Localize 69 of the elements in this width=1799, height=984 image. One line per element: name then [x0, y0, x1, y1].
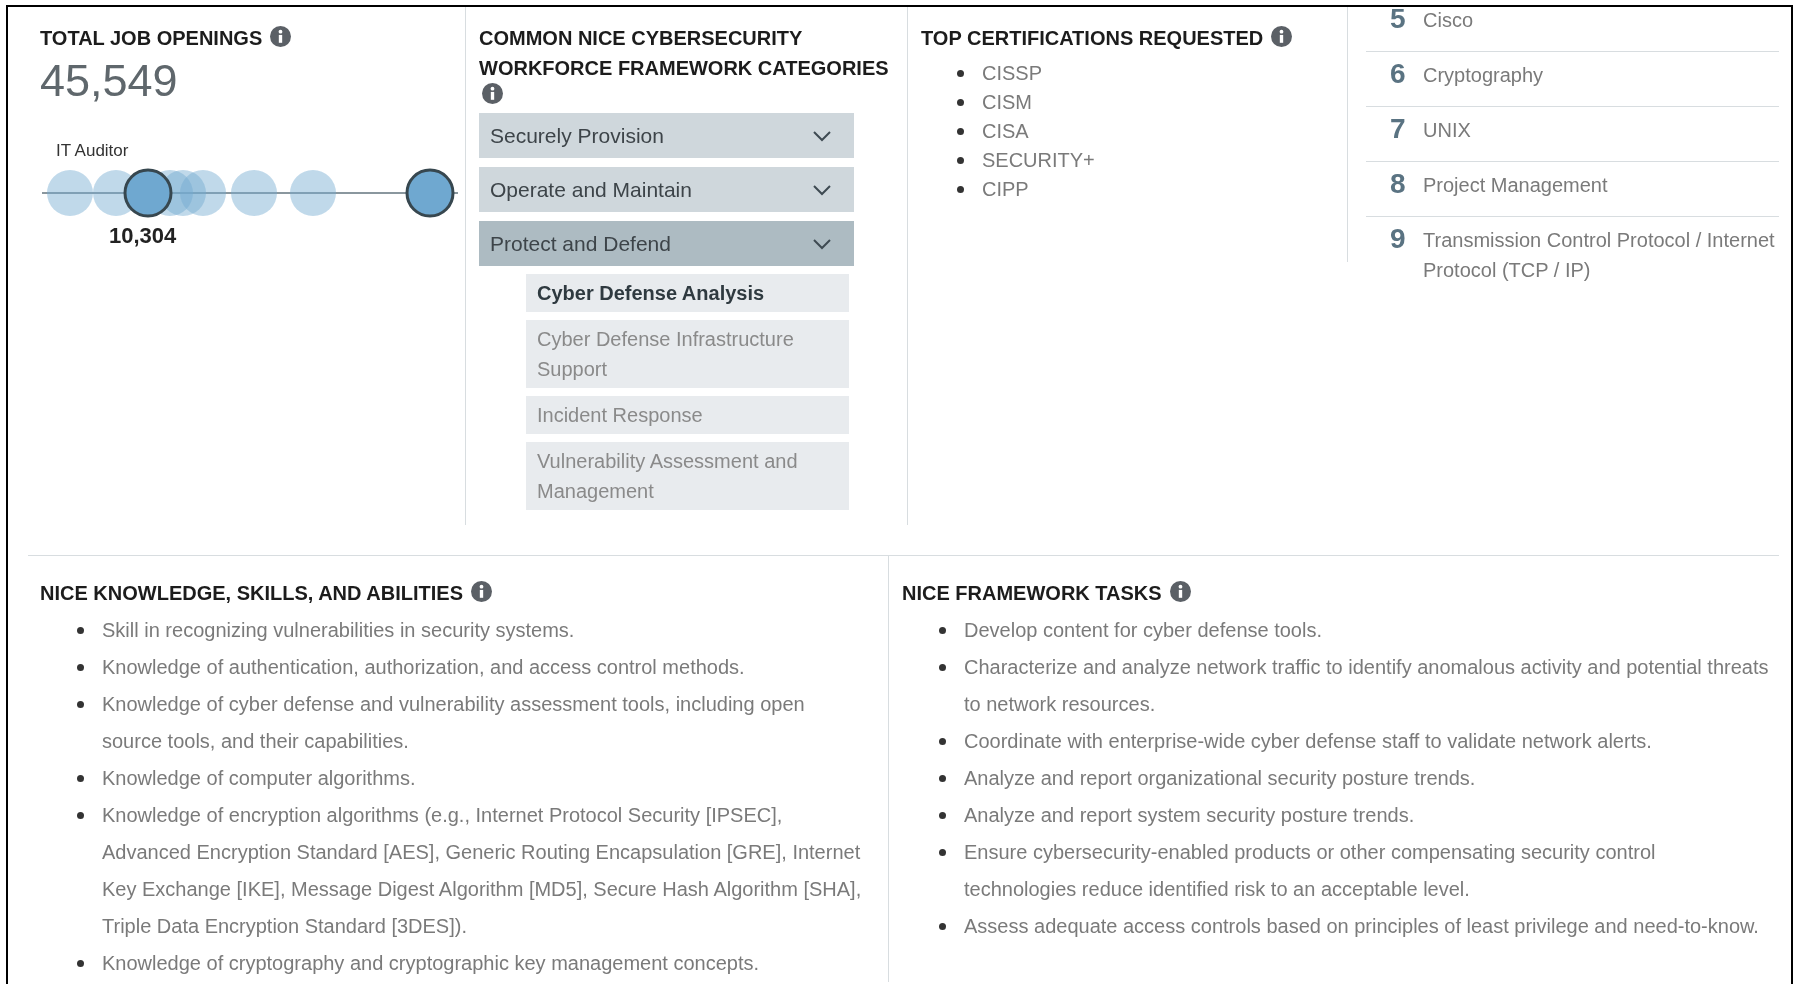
task-text: Ensure cybersecurity-enabled products or other compensating security control technologies reduce identified risk to an acceptable level.: [964, 840, 1657, 902]
bullet-icon: [77, 664, 84, 671]
section-heading: COMMON NICE CYBERSECURITY WORKFORCE FRAMEWORK CATEGORIES: [479, 26, 890, 81]
category-header[interactable]: Securely Provision: [479, 113, 854, 158]
bullet-icon: [939, 923, 946, 930]
section-heading: TOTAL JOB OPENINGS: [40, 23, 465, 53]
certification-text: CISA: [982, 119, 1029, 144]
section-heading: NICE FRAMEWORK TASKS: [902, 578, 1771, 608]
info-icon[interactable]: [1271, 26, 1293, 47]
section-heading: TOP CERTIFICATIONS REQUESTED: [921, 23, 1347, 53]
subcategory-item[interactable]: Incident Response: [526, 396, 849, 434]
highlight-value: 10,304: [109, 223, 178, 249]
task-text: Analyze and report system security posture trends.: [964, 803, 1415, 828]
bullet-icon: [939, 627, 946, 634]
bullet-icon: [939, 775, 946, 782]
skill-text: UNIX: [1423, 118, 1471, 143]
highlight-label: IT Auditor: [56, 141, 130, 161]
bullet-icon: [77, 960, 84, 967]
bullet-icon: [957, 70, 964, 77]
subcategory-item[interactable]: Cyber Defense Analysis: [526, 274, 849, 312]
bullet-icon: [939, 664, 946, 671]
rank-number: 5: [1390, 7, 1407, 36]
category-header[interactable]: Protect and Defend: [479, 221, 854, 266]
bullet-icon: [957, 128, 964, 135]
ksa-text: Knowledge of cyber defense and vulnerability assessment tools, including open source tools, and their capabilities.: [102, 692, 806, 754]
subcategory-item[interactable]: Vulnerability Assessment and Management: [526, 442, 849, 510]
certification-text: CISM: [982, 90, 1032, 115]
ksa-text: Skill in recognizing vulnerabilities in security systems.: [102, 618, 575, 643]
bullet-icon: [77, 701, 84, 708]
info-icon[interactable]: [470, 581, 492, 602]
bullet-icon: [939, 738, 946, 745]
task-text: Analyze and report organizational security posture trends.: [964, 766, 1476, 791]
chevron-icon: [812, 183, 832, 196]
bullet-icon: [957, 157, 964, 164]
task-text: Characterize and analyze network traffic to identify anomalous activity and potential threats to network resources.: [964, 655, 1770, 717]
bullet-icon: [957, 186, 964, 193]
info-icon[interactable]: [482, 83, 503, 104]
bullet-icon: [77, 812, 84, 819]
ksa-text: Knowledge of cryptography and cryptographic key management concepts.: [102, 951, 760, 976]
rank-number: 8: [1390, 167, 1407, 201]
ksa-text: Knowledge of encryption algorithms (e.g., Internet Protocol Security [IPSEC], Advanced Encryption Standard [AES], Generic Routing Encapsulation [GRE], Internet Key Exchange [IKE], Message Digest Algorithm [MD5], Secure Hash Algorithm [SHA], Triple Data Encryption Standard [3DES]).: [102, 803, 863, 939]
ksa-text: Knowledge of authentication, authorization, and access control methods.: [102, 655, 745, 680]
skill-text: Transmission Control Protocol / Internet Protocol (TCP / IP): [1423, 228, 1776, 283]
skill-text: Cryptography: [1423, 63, 1544, 88]
certification-text: CISSP: [982, 61, 1043, 86]
rank-number: 6: [1390, 57, 1407, 91]
total-count: 45,549: [40, 55, 179, 107]
info-icon[interactable]: [1169, 581, 1191, 602]
task-text: Develop content for cyber defense tools.: [964, 618, 1322, 643]
subcategory-item[interactable]: Cyber Defense Infrastructure Support: [526, 320, 849, 388]
skill-text: Cisco: [1423, 8, 1473, 33]
bullet-icon: [957, 99, 964, 106]
bullet-icon: [939, 849, 946, 856]
category-header[interactable]: Operate and Maintain: [479, 167, 854, 212]
task-text: Coordinate with enterprise-wide cyber defense staff to validate network alerts.: [964, 729, 1652, 754]
task-text: Assess adequate access controls based on principles of least privilege and need-to-know.: [964, 914, 1759, 939]
rank-number: 9: [1390, 222, 1407, 256]
section-heading: NICE KNOWLEDGE, SKILLS, AND ABILITIES: [40, 578, 868, 608]
chevron-icon: [812, 237, 832, 250]
ksa-text: Knowledge of computer algorithms.: [102, 766, 416, 791]
rank-number: 7: [1390, 112, 1407, 146]
bullet-icon: [77, 627, 84, 634]
bullet-icon: [77, 775, 84, 782]
chevron-icon: [812, 129, 832, 142]
certification-text: CIPP: [982, 177, 1029, 202]
certification-text: SECURITY+: [982, 148, 1095, 173]
info-icon[interactable]: [270, 26, 292, 47]
bullet-icon: [939, 812, 946, 819]
skill-text: Project Management: [1423, 173, 1608, 198]
